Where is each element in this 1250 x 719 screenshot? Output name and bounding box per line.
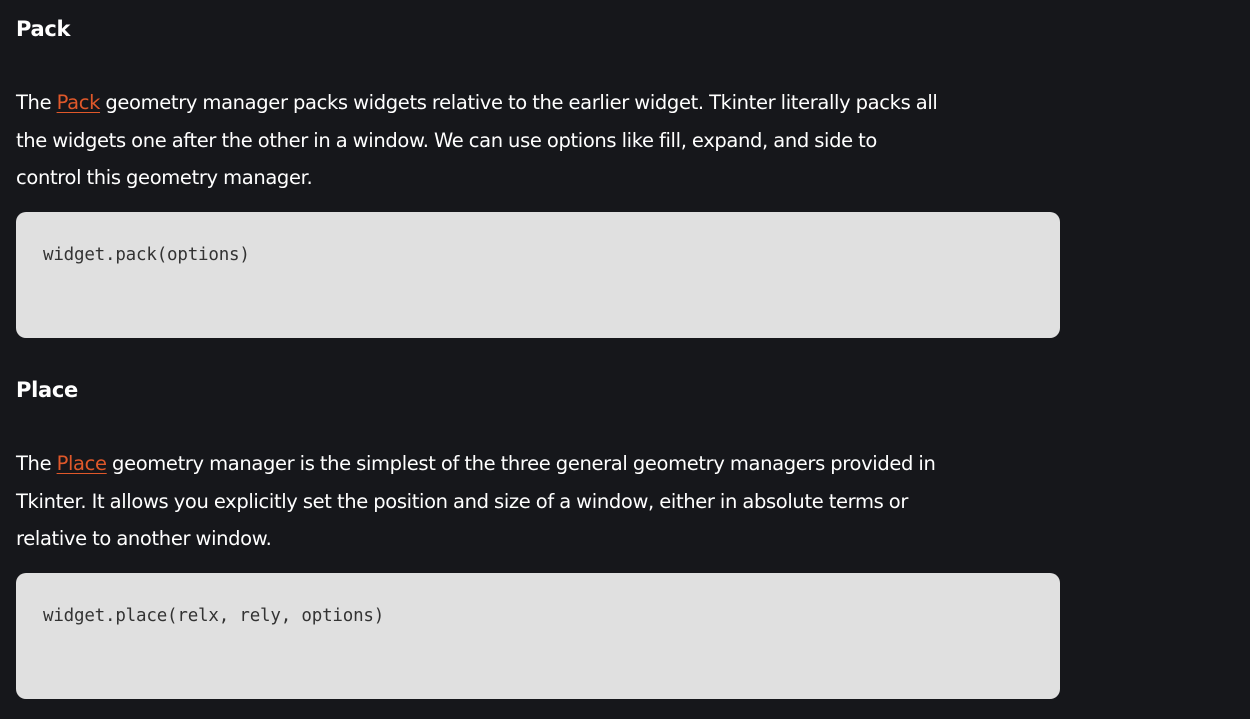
paragraph-place: The Place geometry manager is the simple… xyxy=(16,445,1056,558)
code-snippet[interactable]: widget.pack(options) xyxy=(43,245,250,265)
section-heading-place: Place xyxy=(16,378,78,402)
pack-link[interactable]: Pack xyxy=(57,91,101,114)
paragraph-text: The xyxy=(16,452,57,475)
paragraph-text: geometry manager packs widgets relative … xyxy=(100,91,938,114)
paragraph-text: geometry manager is the simplest of the … xyxy=(106,452,936,475)
paragraph-text: The xyxy=(16,91,57,114)
code-block-pack: widget.pack(options) xyxy=(16,212,1060,338)
code-block-place: widget.place(relx, rely, options) xyxy=(16,573,1060,699)
paragraph-pack: The Pack geometry manager packs widgets … xyxy=(16,84,1056,197)
place-link[interactable]: Place xyxy=(57,452,107,475)
section-heading-pack: Pack xyxy=(16,17,71,41)
code-snippet[interactable]: widget.place(relx, rely, options) xyxy=(43,606,384,626)
paragraph-text: Tkinter. It allows you explicitly set th… xyxy=(16,489,909,513)
paragraph-text: relative to another window. xyxy=(16,527,272,550)
paragraph-text: control this geometry manager. xyxy=(16,166,313,189)
paragraph-text: the widgets one after the other in a win… xyxy=(16,128,878,152)
